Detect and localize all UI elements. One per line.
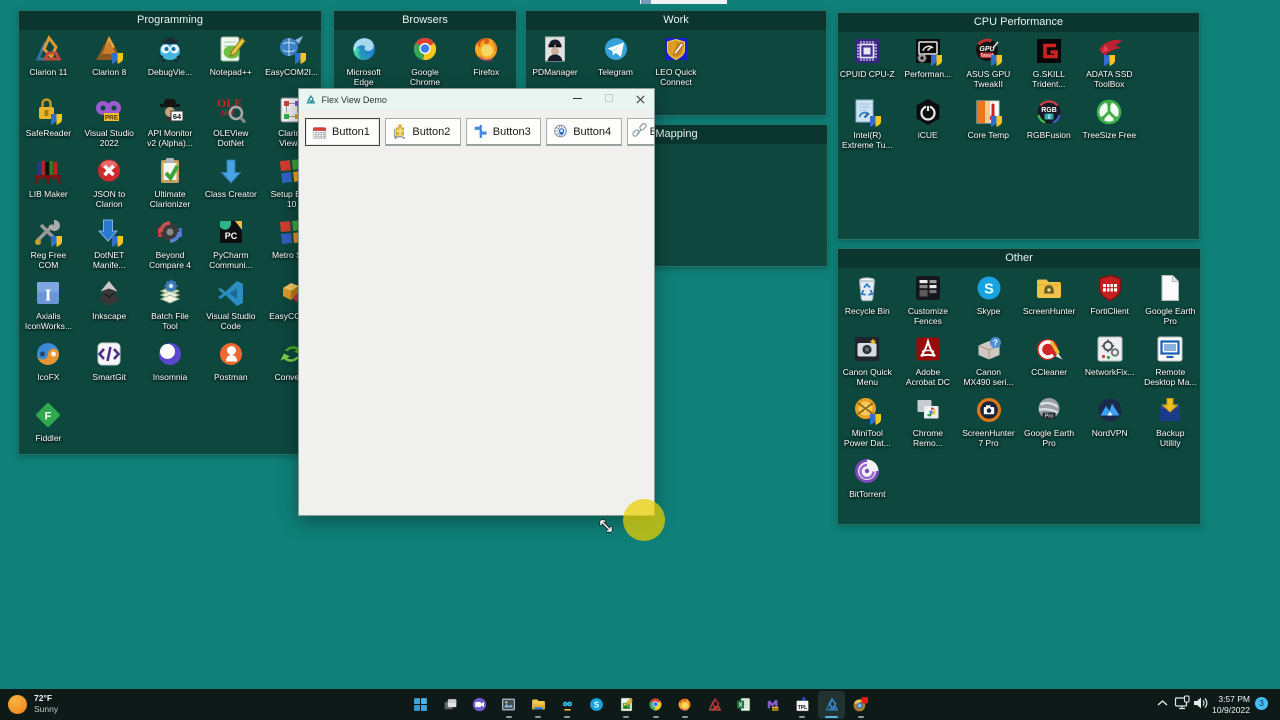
svg-text:GPU: GPU: [980, 46, 996, 53]
svg-text:PRE: PRE: [105, 115, 119, 122]
svg-text:PRE: PRE: [773, 706, 779, 710]
svg-text:I: I: [45, 286, 52, 305]
svg-text:S: S: [984, 282, 994, 298]
svg-text:64: 64: [173, 112, 182, 121]
svg-text:Pro: Pro: [1045, 414, 1054, 420]
svg-text:X: X: [739, 702, 743, 708]
svg-text:TPL: TPL: [797, 704, 807, 710]
svg-text:?: ?: [992, 338, 997, 348]
svg-text:2: 2: [1047, 115, 1050, 121]
svg-text:F: F: [45, 411, 52, 423]
svg-text:RGB: RGB: [1041, 107, 1057, 114]
svg-text:PC: PC: [225, 231, 238, 241]
svg-text:S: S: [594, 700, 599, 709]
svg-text:.NET: .NET: [220, 110, 235, 117]
